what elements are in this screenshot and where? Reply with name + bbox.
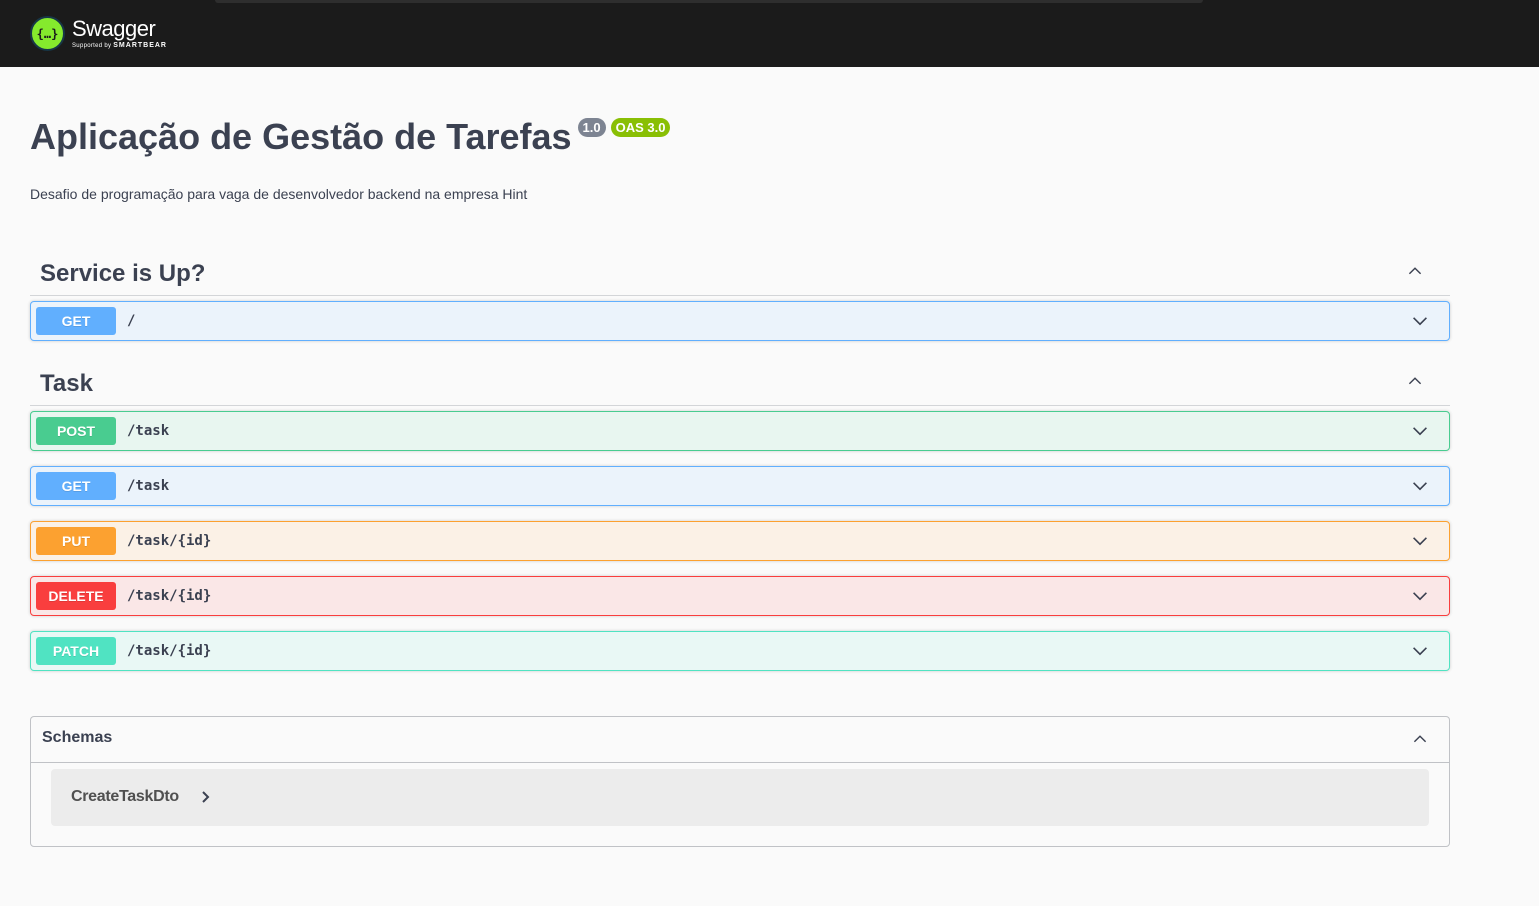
scrollbar[interactable] (215, 0, 1203, 3)
chevron-down-icon[interactable] (1411, 423, 1429, 439)
chevron-down-icon[interactable] (1411, 533, 1429, 549)
method-badge: GET (36, 472, 116, 500)
logo-brand: Swagger (72, 16, 156, 41)
method-badge: GET (36, 307, 116, 335)
oas-badge: OAS 3.0 (610, 118, 671, 137)
tag-title: Task (40, 370, 93, 397)
operation-put-task-id[interactable]: PUT /task/{id} (30, 521, 1450, 561)
operation-post-task[interactable]: POST /task (30, 411, 1450, 451)
operation-patch-task-id[interactable]: PATCH /task/{id} (30, 631, 1450, 671)
operation-path: /task/{id} (127, 533, 212, 549)
topbar: {…} Swagger Supported by SMARTBEAR (0, 0, 1539, 67)
operation-path: /task/{id} (127, 588, 212, 604)
chevron-right-icon[interactable] (201, 791, 211, 803)
operation-delete-task-id[interactable]: DELETE /task/{id} (30, 576, 1450, 616)
operation-path: /task (127, 478, 170, 494)
operation-get-root[interactable]: GET / (30, 301, 1450, 341)
method-badge: PUT (36, 527, 116, 555)
company-name: SMARTBEAR (113, 42, 167, 49)
chevron-down-icon[interactable] (1411, 643, 1429, 659)
operation-get-task[interactable]: GET /task (30, 466, 1450, 506)
tag-header-service-is-up[interactable]: Service is Up? (30, 250, 1450, 296)
swagger-logo-icon: {…} (30, 16, 65, 51)
api-description: Desafio de programação para vaga de dese… (30, 186, 528, 202)
schemas-section: Schemas CreateTaskDto (30, 716, 1450, 847)
tag-title: Service is Up? (40, 260, 206, 287)
api-info: Aplicação de Gestão de Tarefas 1.0 OAS 3… (30, 114, 671, 202)
operation-path: / (127, 313, 136, 329)
model-create-task-dto[interactable]: CreateTaskDto (51, 769, 1429, 826)
operation-path: /task/{id} (127, 643, 212, 659)
model-name: CreateTaskDto (71, 788, 179, 805)
logo-supported-by: Supported by SMARTBEAR (72, 42, 167, 49)
title-row: Aplicação de Gestão de Tarefas 1.0 OAS 3… (30, 114, 671, 160)
chevron-up-icon[interactable] (1413, 732, 1427, 746)
chevron-up-icon[interactable] (1408, 264, 1422, 278)
supported-by-text: Supported by (72, 43, 112, 49)
page-title: Aplicação de Gestão de Tarefas (30, 116, 572, 157)
chevron-down-icon[interactable] (1411, 478, 1429, 494)
method-badge: DELETE (36, 582, 116, 610)
operation-path: /task (127, 423, 170, 439)
schemas-title: Schemas (42, 729, 113, 746)
chevron-up-icon[interactable] (1408, 374, 1422, 388)
schemas-header[interactable]: Schemas (31, 717, 1449, 763)
method-badge: PATCH (36, 637, 116, 665)
swagger-logo[interactable]: {…} Swagger Supported by SMARTBEAR (30, 16, 167, 51)
logo-text: Swagger Supported by SMARTBEAR (72, 16, 167, 50)
chevron-down-icon[interactable] (1411, 313, 1429, 329)
tag-header-task[interactable]: Task (30, 360, 1450, 406)
chevron-down-icon[interactable] (1411, 588, 1429, 604)
method-badge: POST (36, 417, 116, 445)
version-badge: 1.0 (577, 118, 606, 137)
